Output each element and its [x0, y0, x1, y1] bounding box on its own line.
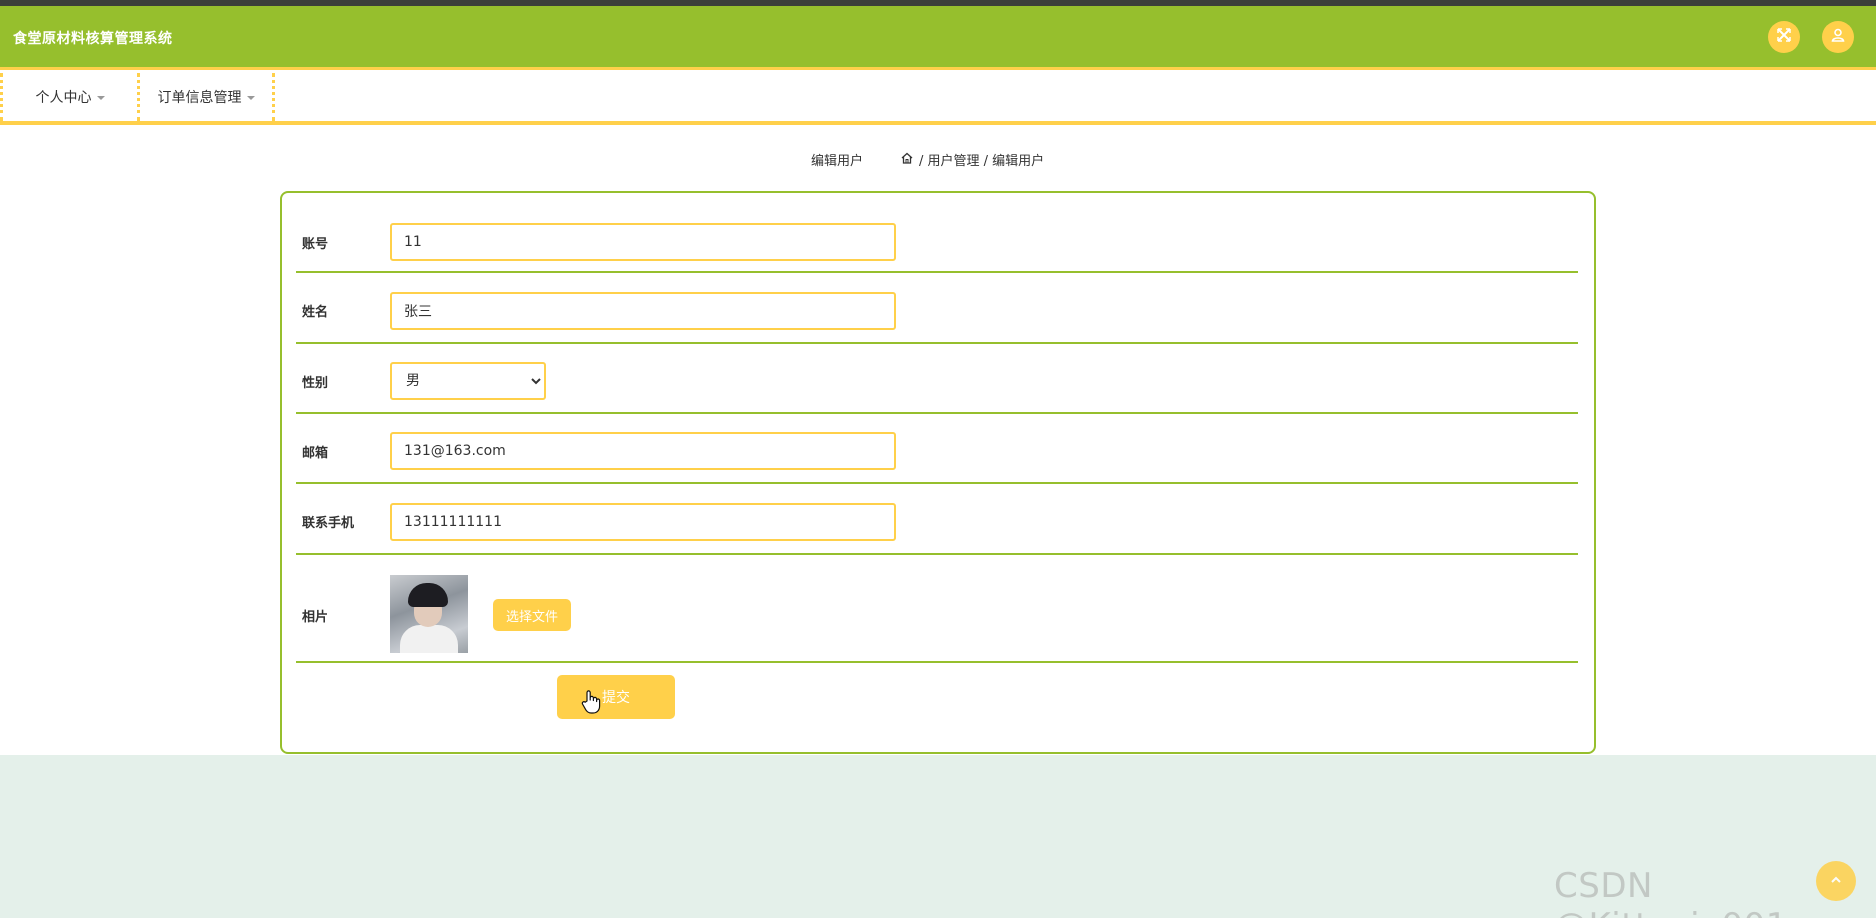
nav-item-label: 订单信息管理 [157, 90, 242, 106]
breadcrumb-path: / 用户管理 / 编辑用户 [900, 150, 1044, 169]
account-label: 账号 [302, 237, 329, 252]
app-header: 食堂原材料核算管理系统 [0, 6, 1876, 70]
phone-label: 联系手机 [302, 516, 355, 531]
back-to-top-button[interactable] [1816, 861, 1856, 901]
fullscreen-icon [1776, 27, 1792, 47]
email-input[interactable] [390, 432, 896, 470]
gender-label: 性别 [302, 376, 329, 391]
form-row-account: 账号 [296, 193, 1578, 273]
nav-item-personal-center[interactable]: 个人中心 [0, 73, 137, 121]
form-row-phone: 联系手机 [296, 484, 1578, 555]
phone-input[interactable] [390, 503, 896, 541]
hand-cursor-icon [580, 689, 602, 715]
email-label: 邮箱 [302, 446, 329, 461]
edit-user-form: 账号 姓名 性别 男 邮箱 联系手机 相片 选择文件 提交 [280, 191, 1596, 754]
top-nav: 个人中心 订单信息管理 [0, 73, 1876, 125]
caret-down-icon [96, 96, 105, 100]
form-row-gender: 性别 男 [296, 344, 1578, 414]
photo-label: 相片 [302, 610, 329, 625]
choose-file-button[interactable]: 选择文件 [493, 599, 571, 631]
name-input[interactable] [390, 292, 896, 330]
user-photo [390, 575, 468, 653]
user-button[interactable] [1822, 21, 1854, 53]
breadcrumb: 编辑用户 / 用户管理 / 编辑用户 [0, 150, 1876, 170]
caret-down-icon [246, 96, 255, 100]
account-input[interactable] [390, 223, 896, 261]
form-row-email: 邮箱 [296, 414, 1578, 484]
nav-item-order-management[interactable]: 订单信息管理 [137, 73, 275, 121]
breadcrumb-trail: / 用户管理 / 编辑用户 [919, 154, 1045, 169]
page-title: 编辑用户 [811, 154, 864, 169]
arrow-up-icon [1829, 873, 1843, 890]
nav-item-label: 个人中心 [35, 90, 92, 106]
gender-select[interactable]: 男 [390, 362, 546, 400]
user-icon [1830, 27, 1846, 47]
app-title: 食堂原材料核算管理系统 [13, 31, 173, 47]
form-row-name: 姓名 [296, 273, 1578, 344]
home-icon[interactable] [900, 151, 914, 169]
name-label: 姓名 [302, 305, 329, 320]
submit-button[interactable]: 提交 [557, 675, 675, 719]
fullscreen-button[interactable] [1768, 21, 1800, 53]
form-row-photo: 相片 选择文件 [296, 555, 1578, 663]
